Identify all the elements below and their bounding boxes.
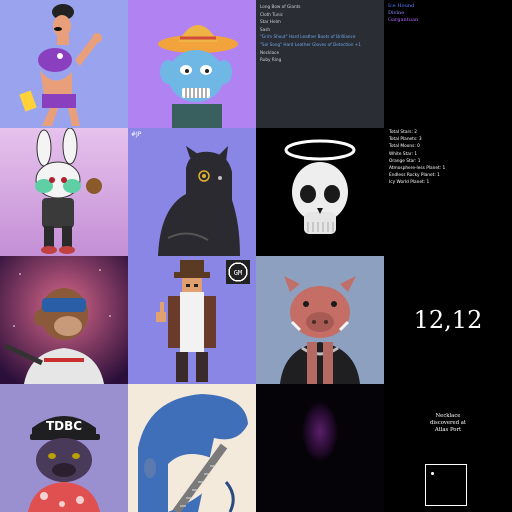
- nft-tile-boar-biker[interactable]: [256, 256, 384, 384]
- location-marker-icon: [431, 472, 434, 475]
- name-entry: Ice Hound: [388, 3, 415, 9]
- dark-nebula-art: [256, 384, 384, 512]
- loot-list-panel: Long Bow of Giants Cloth Tunic Star Helm…: [256, 0, 384, 128]
- discovery-panel: Necklace discovered at Atlas Port: [384, 384, 512, 512]
- names-list-panel: Ice Hound Divine Gargantuan: [384, 0, 512, 128]
- black-panther-art: #JP: [128, 128, 256, 256]
- minimap-frame: [425, 464, 467, 506]
- loot-item: Long Bow of Giants: [260, 4, 301, 9]
- loot-item-rare: "Grim Shout" Hard Leather Boots of Brill…: [260, 34, 356, 40]
- bunny-character-art: [0, 128, 128, 256]
- stat-line: Total Stars: 2: [389, 130, 417, 135]
- stat-line: White Star: 1: [389, 151, 418, 157]
- loot-item: Sash: [260, 26, 271, 32]
- loot-item: Ruby Ring: [260, 57, 282, 63]
- pixel-wizard-art: GM: [128, 256, 256, 384]
- nft-tile-skull-halo[interactable]: [256, 128, 384, 256]
- skull-halo-art: [256, 128, 384, 256]
- cap-text: TDBC: [46, 419, 82, 433]
- name-entry: Divine: [388, 10, 405, 16]
- nft-tile-dark-nebula[interactable]: [256, 384, 384, 512]
- boar-biker-art: [256, 256, 384, 384]
- nft-tile-pixel-wizard[interactable]: GM: [128, 256, 256, 384]
- discovery-text: Necklace discovered at Atlas Port: [384, 413, 512, 434]
- stat-line: Endless Rocky Planet: 1: [389, 173, 440, 179]
- tdbc-bulldog-art: TDBC: [0, 384, 128, 512]
- discovery-location: Atlas Port: [434, 427, 462, 433]
- pixel-badge: GM: [234, 269, 242, 277]
- nft-tile-sombrero-monster[interactable]: [128, 0, 256, 128]
- nft-tile-bunny-character[interactable]: [0, 128, 128, 256]
- space-ape-art: [0, 256, 128, 384]
- nft-tile-black-panther[interactable]: #JP: [128, 128, 256, 256]
- nft-tile-tdbc-bulldog[interactable]: TDBC: [0, 384, 128, 512]
- stat-line: Total Moons: 0: [389, 144, 420, 150]
- loot-item: Cloth Tunic: [260, 11, 283, 17]
- nft-tile-pinup-girl[interactable]: [0, 0, 128, 128]
- whale-stairs-art: [128, 384, 256, 512]
- sombrero-monster-art: [128, 0, 256, 128]
- discovery-item: Necklace: [435, 413, 461, 419]
- planet-stats-panel: Total Stars: 2 Total Planets: 3 Total Mo…: [384, 128, 512, 256]
- stat-line: Icy World Planet: 1: [389, 180, 430, 186]
- pinup-girl-art: [0, 0, 128, 128]
- loot-item: Star Helm: [260, 19, 281, 25]
- discovery-verb: discovered at: [429, 420, 467, 426]
- coordinate-display: 12,12: [384, 256, 512, 384]
- nft-tile-whale-stairs[interactable]: [128, 384, 256, 512]
- corner-tag: #JP: [131, 131, 142, 138]
- name-entry: Gargantuan: [388, 17, 419, 23]
- coordinate-text: 12,12: [413, 306, 483, 334]
- nft-tile-space-ape[interactable]: [0, 256, 128, 384]
- loot-item-rare: "Sol Song" Hard Leather Gloves of Detect…: [260, 41, 361, 47]
- stat-line: Orange Star: 1: [389, 158, 421, 164]
- stat-line: Total Planets: 3: [389, 137, 422, 143]
- stat-line: Atmosphere-less Planet: 1: [389, 166, 446, 172]
- loot-item: Necklace: [260, 49, 280, 55]
- nft-gallery-grid: Long Bow of Giants Cloth Tunic Star Helm…: [0, 0, 512, 512]
